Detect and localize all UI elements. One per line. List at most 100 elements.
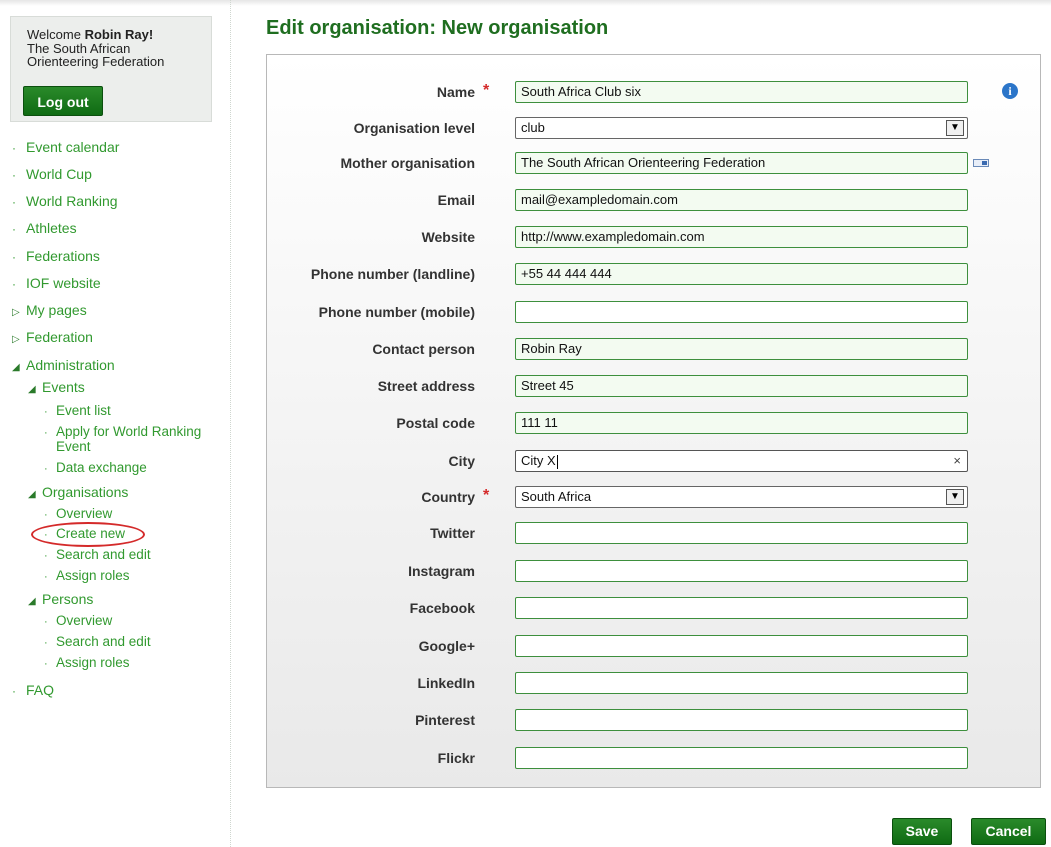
website-field[interactable]: http://www.exampledomain.com: [515, 226, 968, 248]
country-select[interactable]: South Africa ▼: [515, 486, 968, 508]
contact-person-field[interactable]: Robin Ray: [515, 338, 968, 360]
row-name: Name * South Africa Club six i: [267, 81, 1042, 105]
phone-landline-field[interactable]: +55 44 444 444: [515, 263, 968, 285]
twitter-field[interactable]: [515, 522, 968, 544]
website-label: Website: [421, 229, 475, 245]
required-marker: *: [483, 487, 490, 504]
nav-org-assign-roles[interactable]: · Assign roles: [44, 569, 130, 584]
nav-world-cup[interactable]: · World Cup: [12, 166, 92, 182]
row-phone-mobile: Phone number (mobile): [267, 301, 1042, 325]
city-label: City: [448, 453, 475, 469]
nav-event-calendar[interactable]: · Event calendar: [12, 139, 119, 155]
page-title: Edit organisation: New organisation: [266, 17, 609, 39]
street-address-label: Street address: [377, 378, 475, 394]
linkedin-field[interactable]: [515, 672, 968, 694]
nav-persons-assign-roles[interactable]: · Assign roles: [44, 656, 130, 671]
expanded-triangle-icon: ◢: [28, 596, 36, 607]
pinterest-field[interactable]: [515, 709, 968, 731]
street-address-field[interactable]: Street 45: [515, 375, 968, 397]
instagram-field[interactable]: [515, 560, 968, 582]
row-organisation-level: Organisation level club ▼: [267, 117, 1042, 141]
postal-code-field[interactable]: 111 11: [515, 412, 968, 434]
facebook-label: Facebook: [409, 600, 475, 616]
nav-organisations[interactable]: ◢ Organisations: [28, 484, 128, 500]
highlight-annotation-oval: [31, 522, 145, 547]
sidebar: Welcome Robin Ray! The South African Ori…: [0, 0, 231, 847]
row-email: Email mail@exampledomain.com: [267, 189, 1042, 213]
row-country: Country * South Africa ▼: [267, 486, 1042, 510]
email-label: Email: [437, 192, 475, 208]
nav-administration[interactable]: ◢ Administration: [12, 357, 115, 373]
nav-org-overview[interactable]: · Overview: [44, 507, 112, 522]
name-label: Name: [436, 84, 475, 100]
googleplus-field[interactable]: [515, 635, 968, 657]
logout-button[interactable]: Log out: [23, 86, 103, 116]
expanded-triangle-icon: ◢: [28, 384, 36, 395]
row-website: Website http://www.exampledomain.com: [267, 226, 1042, 250]
city-field[interactable]: City X ×: [515, 450, 968, 472]
mother-organisation-label: Mother organisation: [340, 155, 475, 171]
nav-persons-search-edit[interactable]: · Search and edit: [44, 635, 151, 650]
row-twitter: Twitter: [267, 522, 1042, 546]
organisation-level-select[interactable]: club ▼: [515, 117, 968, 139]
text-cursor: [556, 454, 558, 469]
info-icon[interactable]: i: [1002, 83, 1018, 99]
row-mother-organisation: Mother organisation The South African Or…: [267, 152, 1042, 176]
country-label: Country: [421, 489, 475, 505]
twitter-label: Twitter: [430, 525, 475, 541]
mother-organisation-field[interactable]: The South African Orienteering Federatio…: [515, 152, 968, 174]
googleplus-label: Google+: [418, 638, 475, 654]
nav-my-pages[interactable]: ▷ My pages: [12, 302, 87, 318]
welcome-box: Welcome Robin Ray! The South African Ori…: [10, 16, 212, 122]
nav-org-search-edit[interactable]: · Search and edit: [44, 548, 151, 563]
row-contact-person: Contact person Robin Ray: [267, 338, 1042, 362]
welcome-prefix: Welcome: [27, 27, 81, 42]
organisation-form: Name * South Africa Club six i Organisat…: [266, 54, 1041, 788]
contact-person-label: Contact person: [372, 341, 475, 357]
welcome-text: Welcome Robin Ray!: [27, 27, 211, 42]
nav-federations[interactable]: · Federations: [12, 248, 100, 264]
pinterest-label: Pinterest: [415, 712, 475, 728]
row-pinterest: Pinterest: [267, 709, 1042, 733]
user-name: Robin Ray!: [84, 27, 154, 42]
facebook-field[interactable]: [515, 597, 968, 619]
nav-athletes[interactable]: · Athletes: [12, 220, 77, 236]
nav-iof-website[interactable]: · IOF website: [12, 275, 101, 291]
nav-persons-overview[interactable]: · Overview: [44, 614, 112, 629]
nav-persons[interactable]: ◢ Persons: [28, 591, 93, 607]
row-facebook: Facebook: [267, 597, 1042, 621]
instagram-label: Instagram: [408, 563, 475, 579]
save-button[interactable]: Save: [892, 818, 952, 845]
nav-event-list[interactable]: · Event list: [44, 404, 111, 419]
required-marker: *: [483, 82, 490, 99]
row-phone-landline: Phone number (landline) +55 44 444 444: [267, 263, 1042, 287]
nav-data-exchange[interactable]: · Data exchange: [44, 461, 147, 476]
row-postal-code: Postal code 111 11: [267, 412, 1042, 436]
flickr-label: Flickr: [437, 750, 475, 766]
nav-federation[interactable]: ▷ Federation: [12, 329, 93, 345]
phone-mobile-field[interactable]: [515, 301, 968, 323]
nav-events[interactable]: ◢ Events: [28, 379, 85, 395]
expanded-triangle-icon: ◢: [28, 489, 36, 500]
nav-apply-world-ranking-event[interactable]: · Apply for World Ranking Event: [44, 425, 201, 454]
email-field[interactable]: mail@exampledomain.com: [515, 189, 968, 211]
flickr-field[interactable]: [515, 747, 968, 769]
name-field[interactable]: South Africa Club six: [515, 81, 968, 103]
user-organisation: The South African Orienteering Federatio…: [27, 41, 165, 69]
row-street-address: Street address Street 45: [267, 375, 1042, 399]
organisation-level-label: Organisation level: [353, 120, 475, 136]
linkedin-label: LinkedIn: [417, 675, 475, 691]
chevron-down-icon: ▼: [946, 489, 964, 505]
postal-code-label: Postal code: [396, 415, 475, 431]
clear-icon[interactable]: ×: [953, 451, 961, 471]
chevron-down-icon: ▼: [946, 120, 964, 136]
cancel-button[interactable]: Cancel: [971, 818, 1046, 845]
phone-landline-label: Phone number (landline): [310, 266, 475, 282]
row-city: City City X ×: [267, 450, 1042, 474]
row-flickr: Flickr: [267, 747, 1042, 771]
phone-mobile-label: Phone number (mobile): [318, 304, 475, 320]
row-instagram: Instagram: [267, 560, 1042, 584]
nav-world-ranking[interactable]: · World Ranking: [12, 193, 118, 209]
lookup-picker-icon[interactable]: [973, 159, 989, 167]
nav-faq[interactable]: · FAQ: [12, 682, 54, 698]
